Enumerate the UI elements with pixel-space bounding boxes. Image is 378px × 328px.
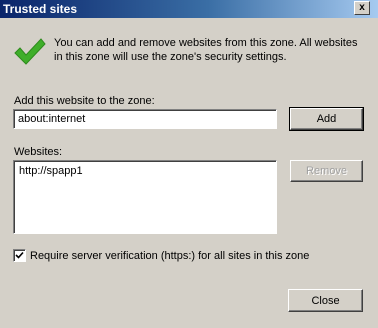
add-website-label: Add this website to the zone: xyxy=(14,95,155,107)
https-checkbox-label[interactable]: Require server verification (https:) for… xyxy=(30,250,309,262)
https-checkbox[interactable] xyxy=(13,249,26,262)
remove-button-label: Remove xyxy=(306,165,347,177)
add-button[interactable]: Add xyxy=(289,107,364,131)
remove-button[interactable]: Remove xyxy=(290,160,363,182)
add-button-label: Add xyxy=(316,113,337,125)
green-checkmark-icon xyxy=(14,38,46,65)
close-button-label: Close xyxy=(311,294,340,307)
checkmark-icon xyxy=(15,251,24,259)
close-button[interactable]: Close xyxy=(288,289,363,312)
title-bar[interactable]: Trusted sites x xyxy=(0,0,378,18)
zone-description: You can add and remove websites from thi… xyxy=(54,37,358,63)
window-title: Trusted sites xyxy=(3,2,78,16)
title-close-button[interactable]: x xyxy=(354,1,370,15)
list-item[interactable]: http://spapp1 xyxy=(19,164,271,178)
add-website-input[interactable] xyxy=(13,109,277,129)
close-icon: x xyxy=(359,2,365,13)
websites-list[interactable]: http://spapp1 xyxy=(13,160,277,234)
trusted-sites-dialog: Trusted sites x You can add and remove w… xyxy=(0,0,378,328)
websites-label: Websites: xyxy=(14,146,63,158)
